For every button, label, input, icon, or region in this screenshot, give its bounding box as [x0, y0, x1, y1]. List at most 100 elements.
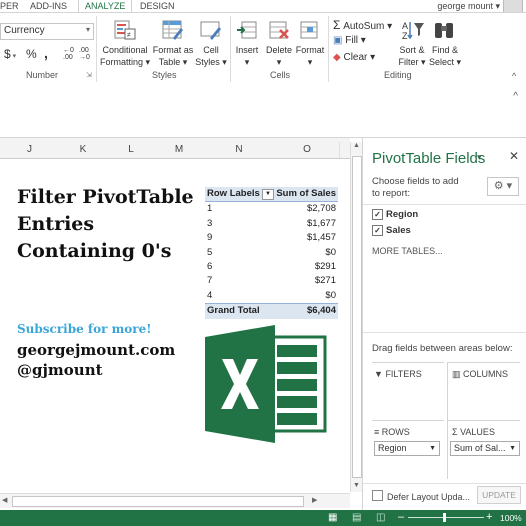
conditional-formatting-button[interactable]: Conditional Formatting ▾	[98, 44, 152, 68]
more-tables-link[interactable]: MORE TABLES...	[372, 246, 443, 256]
row-labels-header[interactable]: Row Labels	[207, 187, 260, 201]
defer-layout-label: Defer Layout Upda...	[387, 492, 471, 502]
find-select-button[interactable]: Find & Select ▾	[426, 44, 464, 68]
number-format-dropdown[interactable]: Currency ▾	[0, 23, 94, 40]
tab-analyze[interactable]: ANALYZE	[78, 0, 133, 12]
scroll-left-icon[interactable]: ◀	[2, 496, 7, 504]
editing-group-label: Editing	[384, 70, 412, 80]
cell-styles-button[interactable]: Cell Styles ▾	[192, 44, 230, 68]
table-row[interactable]: 6 $291	[205, 260, 338, 274]
update-button[interactable]: UPDATE	[477, 486, 521, 504]
row-label: 1	[207, 203, 213, 215]
rows-field-label: Region	[378, 443, 407, 453]
gear-icon[interactable]: ⚙ ▾	[487, 177, 519, 196]
currency-button[interactable]: $ ▾	[4, 47, 16, 61]
decrease-decimal-icon[interactable]: .00 →0	[79, 47, 90, 61]
fill-down-icon: ▣	[333, 35, 343, 46]
insert-label: Insert	[235, 45, 259, 55]
normal-view-icon[interactable]: ▦	[328, 512, 337, 523]
autosum-button[interactable]: Σ AutoSum ▾	[333, 18, 392, 32]
tab-design[interactable]: DESIGN	[140, 0, 175, 12]
fill-button[interactable]: ▣ Fill ▾	[333, 35, 366, 46]
dialog-launcher-icon[interactable]: ⇲	[86, 71, 92, 79]
checkbox-checked-icon[interactable]: ✓	[372, 209, 383, 220]
rows-area[interactable]: ≡ ROWS Region ▼	[372, 420, 444, 479]
format-button[interactable]: Format ▾	[294, 44, 326, 68]
increase-decimal-icon[interactable]: ←0.00	[63, 47, 74, 61]
vertical-scrollbar[interactable]: ▲ ▼	[350, 142, 362, 492]
column-header-m[interactable]: M	[155, 142, 204, 158]
scrollbar-thumb[interactable]	[12, 496, 304, 507]
zoom-out-icon[interactable]: –	[398, 511, 404, 523]
chevron-down-icon[interactable]: ▼	[429, 442, 436, 455]
zoom-in-icon[interactable]: +	[486, 511, 492, 523]
sheet-title: Filter PivotTable Entries Containing 0's	[17, 184, 202, 265]
autosum-label: AutoSum	[343, 21, 385, 32]
scroll-down-icon[interactable]: ▼	[353, 482, 360, 489]
grand-total-row[interactable]: Grand Total $6,404	[205, 303, 338, 319]
filter-dropdown-icon[interactable]: ▼	[262, 189, 274, 200]
sort-filter-button[interactable]: Sort & Filter ▾	[394, 44, 430, 68]
insert-cells-icon	[236, 19, 258, 41]
column-header-j[interactable]: J	[0, 142, 60, 158]
sort-filter-icon: AZ	[401, 19, 425, 41]
collapse-ribbon-icon[interactable]: ^	[512, 71, 516, 81]
cell-styles-label-2: Styles	[195, 57, 220, 67]
columns-label: COLUMNS	[463, 369, 509, 379]
table-row[interactable]: 4 $0	[205, 289, 338, 303]
scrollbar-thumb[interactable]	[352, 156, 362, 478]
filters-area[interactable]: ▼ FILTERS	[372, 362, 444, 421]
cell-styles-icon	[200, 19, 222, 41]
row-label: 4	[207, 289, 213, 301]
horizontal-scrollbar[interactable]: ◀ ▶	[0, 493, 350, 508]
zoom-slider-thumb[interactable]	[443, 513, 446, 522]
table-row[interactable]: 1 $2,708	[205, 202, 338, 216]
checkbox-checked-icon[interactable]: ✓	[372, 225, 383, 236]
pivot-table[interactable]: Row Labels ▼ Sum of Sales 1 $2,708 3 $1,67…	[205, 187, 338, 319]
zoom-slider[interactable]	[408, 517, 484, 518]
insert-button[interactable]: Insert ▾	[232, 44, 262, 68]
table-row[interactable]: 9 $1,457	[205, 231, 338, 245]
comma-button[interactable]: ,	[44, 45, 48, 61]
percent-button[interactable]: %	[26, 47, 37, 61]
format-as-table-button[interactable]: Format as Table ▾	[150, 44, 196, 68]
table-row[interactable]: 5 $0	[205, 246, 338, 260]
column-header-k[interactable]: K	[59, 142, 108, 158]
column-header-n[interactable]: N	[203, 142, 276, 158]
table-row[interactable]: 7 $271	[205, 274, 338, 288]
column-header-l[interactable]: L	[107, 142, 156, 158]
column-header-o[interactable]: O	[275, 142, 340, 158]
tab-add-ins[interactable]: ADD-INS	[30, 0, 67, 12]
rows-field-chip[interactable]: Region ▼	[374, 441, 440, 456]
row-value: $291	[314, 260, 336, 272]
scroll-up-icon[interactable]: ▲	[353, 142, 360, 149]
user-name[interactable]: george mount ▾	[437, 0, 500, 12]
checkbox-unchecked-icon[interactable]	[372, 490, 383, 501]
close-icon[interactable]: ✕	[509, 149, 519, 163]
table-row[interactable]: 3 $1,677	[205, 217, 338, 231]
row-label: 7	[207, 275, 213, 287]
page-layout-view-icon[interactable]: ▤	[352, 512, 361, 523]
choose-fields-text: Choose fields to add to report:	[372, 176, 459, 199]
row-value: $0	[325, 246, 336, 258]
delete-label: Delete	[265, 45, 292, 55]
delete-button[interactable]: Delete ▾	[263, 44, 295, 68]
subscribe-text: Subscribe for more!	[17, 322, 152, 336]
tab-developer[interactable]: PER	[0, 0, 19, 12]
field-region[interactable]: ✓ Region	[372, 209, 418, 220]
expand-formula-bar-icon[interactable]: ^	[513, 91, 518, 102]
sort-filter-label-1: Sort &	[399, 45, 425, 55]
excel-logo	[205, 325, 327, 446]
chevron-down-icon[interactable]: ▼	[509, 442, 516, 455]
defer-layout-checkbox[interactable]: Defer Layout Upda...	[372, 490, 470, 502]
values-area[interactable]: Σ VALUES Sum of Sal... ▼	[447, 420, 520, 479]
format-as-table-icon	[162, 19, 184, 41]
zoom-level[interactable]: 100%	[500, 513, 522, 523]
field-sales[interactable]: ✓ Sales	[372, 225, 411, 236]
columns-area[interactable]: ▥ COLUMNS	[447, 362, 520, 421]
scroll-right-icon[interactable]: ▶	[312, 496, 317, 504]
values-field-chip[interactable]: Sum of Sal... ▼	[450, 441, 520, 456]
page-break-preview-icon[interactable]: ◫	[376, 512, 385, 523]
format-as-table-label-2: Table	[158, 57, 181, 67]
clear-button[interactable]: ◆ Clear ▾	[333, 52, 375, 63]
